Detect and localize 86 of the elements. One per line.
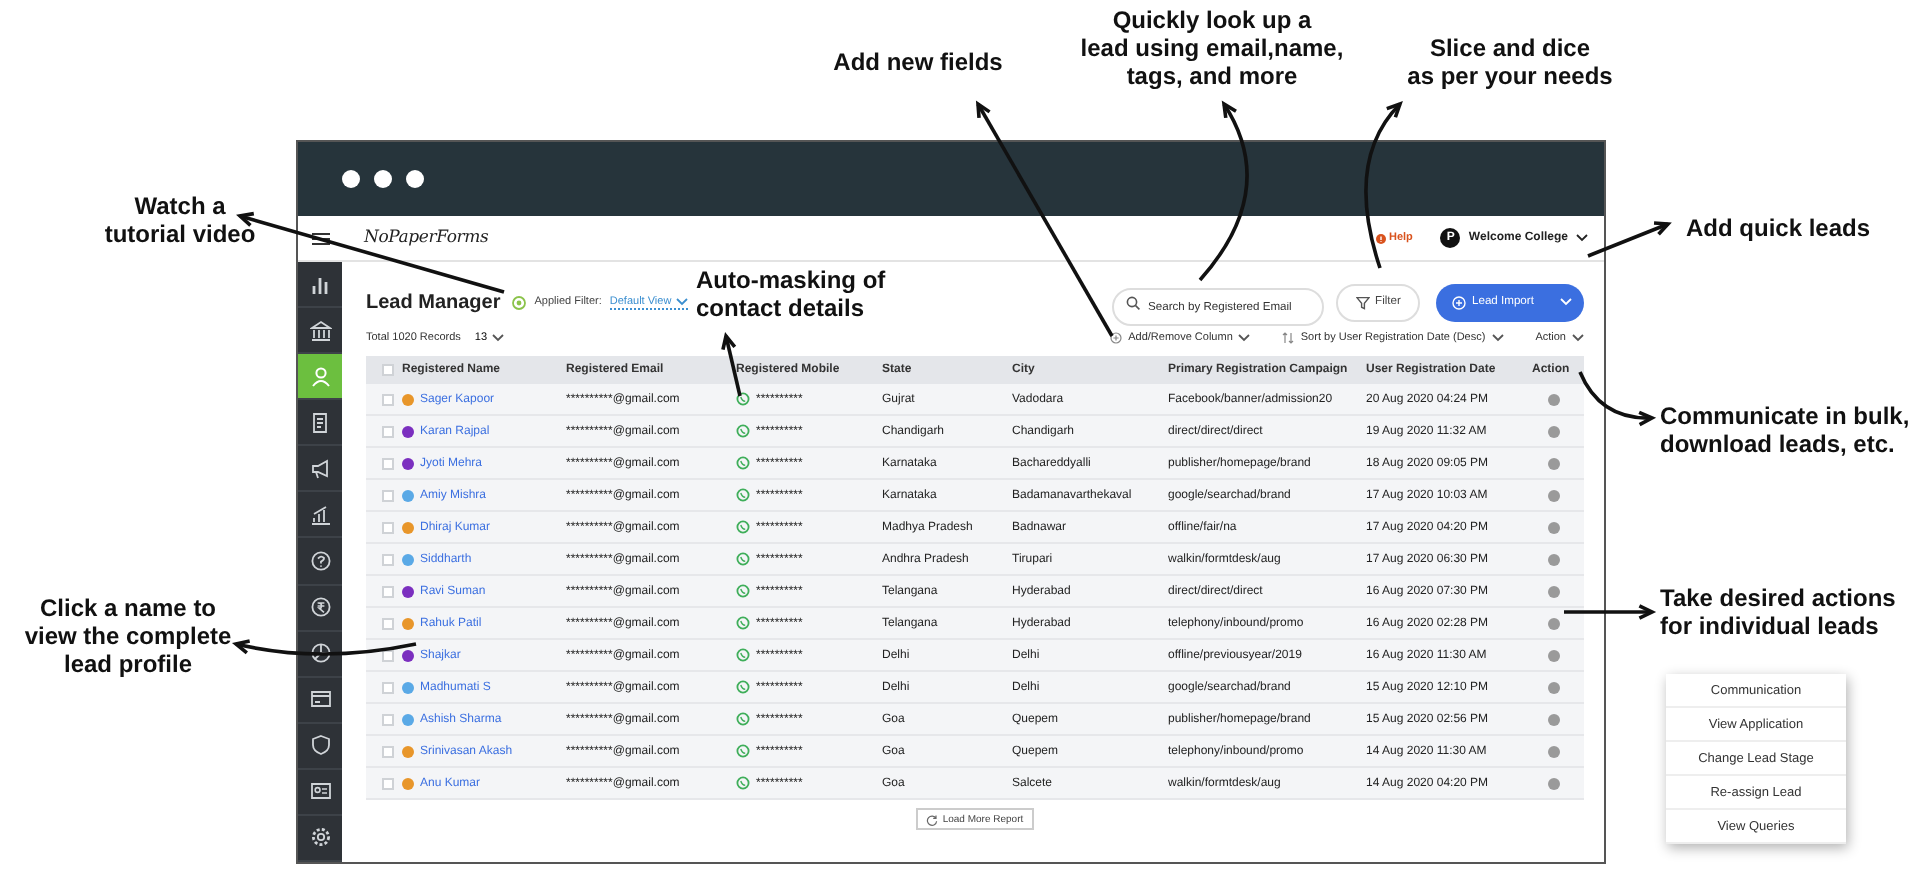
page-title: Lead Manager [366,291,501,313]
chat-icon [736,424,750,438]
shield-icon [309,734,331,757]
arrow [1564,604,1657,620]
plus-circle-icon [1452,295,1466,309]
arrow [1587,221,1672,258]
callout-text: Auto-masking of contact details [696,266,888,322]
caret-icon [1560,298,1572,306]
menu-icon[interactable] [311,231,329,245]
card-icon [309,688,331,711]
checkbox[interactable] [382,425,394,437]
caret-icon [1238,334,1251,342]
window-dot [406,170,424,188]
pie-icon [309,642,331,665]
caret-icon [1572,334,1584,342]
chat-icon [736,712,750,726]
user-icon [309,365,331,388]
action-button[interactable] [1548,521,1560,533]
chat-icon [736,456,750,470]
filter-icon [1355,295,1370,309]
caret-icon [491,334,504,342]
action-button[interactable] [1548,713,1560,725]
callout-text: Watch a tutorial video [102,192,258,248]
arrow [1578,371,1657,427]
sidebar-item[interactable] [298,354,342,401]
checkbox[interactable] [382,681,394,693]
chat-icon [736,488,750,502]
checkbox[interactable] [382,553,394,565]
action-button[interactable] [1548,617,1560,629]
plus-circle-icon [1110,332,1123,344]
refresh-icon [926,813,939,825]
document-icon [309,411,331,434]
checkbox[interactable] [382,585,394,597]
rupee-icon [309,596,331,619]
action-button[interactable] [1548,585,1560,597]
callout-text: Communicate in bulk, download leads, etc. [1660,402,1912,458]
action-button[interactable] [1548,681,1560,693]
window-dot [342,170,360,188]
checkbox[interactable] [382,713,394,725]
window-dot [374,170,392,188]
chat-icon [736,648,750,662]
chat-icon [736,744,750,758]
chat-icon [736,392,750,406]
action-button[interactable] [1548,553,1560,565]
info-icon [1375,233,1385,243]
checkbox[interactable] [382,521,394,533]
logo-text: NoPaperForms [364,228,489,248]
action-button[interactable] [1548,425,1560,437]
action-button[interactable] [1548,745,1560,757]
caret-icon [675,297,688,305]
settings-icon [309,826,331,849]
action-button[interactable] [1548,489,1560,501]
callout-text: Click a name to view the complete lead profile [22,594,234,678]
checkbox[interactable] [382,489,394,501]
chart-icon [309,273,331,296]
action-button[interactable] [1548,777,1560,789]
checkbox[interactable] [382,364,394,376]
sort-icon [1282,332,1295,344]
id-card-icon [309,780,331,803]
caret-icon [1576,234,1588,242]
checkbox[interactable] [382,457,394,469]
question-icon [309,550,331,572]
growth-icon [309,503,331,526]
chat-icon [736,584,750,598]
checkbox[interactable] [382,745,394,757]
checkbox[interactable] [382,393,394,405]
callout-text: Take desired actions for individual leads [1660,584,1898,640]
chat-icon [736,552,750,566]
callout-text: Add quick leads [1686,214,1873,242]
action-button[interactable] [1548,393,1560,405]
search-icon [1126,295,1140,309]
callout-text: Quickly look up a lead using email,name, tags, and more [1078,6,1346,90]
action-button[interactable] [1548,649,1560,661]
callout-text: Slice and dice as per your needs [1405,34,1615,90]
callout-text: Add new fields [831,48,1005,76]
checkbox[interactable] [382,777,394,789]
checkbox[interactable] [382,617,394,629]
megaphone-icon [309,457,331,480]
filter-status-icon [512,295,527,309]
action-button[interactable] [1548,457,1560,469]
caret-icon [1491,334,1504,342]
chat-icon [736,616,750,630]
bank-icon [309,319,331,342]
chat-icon [736,776,750,790]
chat-icon [736,680,750,694]
chat-icon [736,520,750,534]
